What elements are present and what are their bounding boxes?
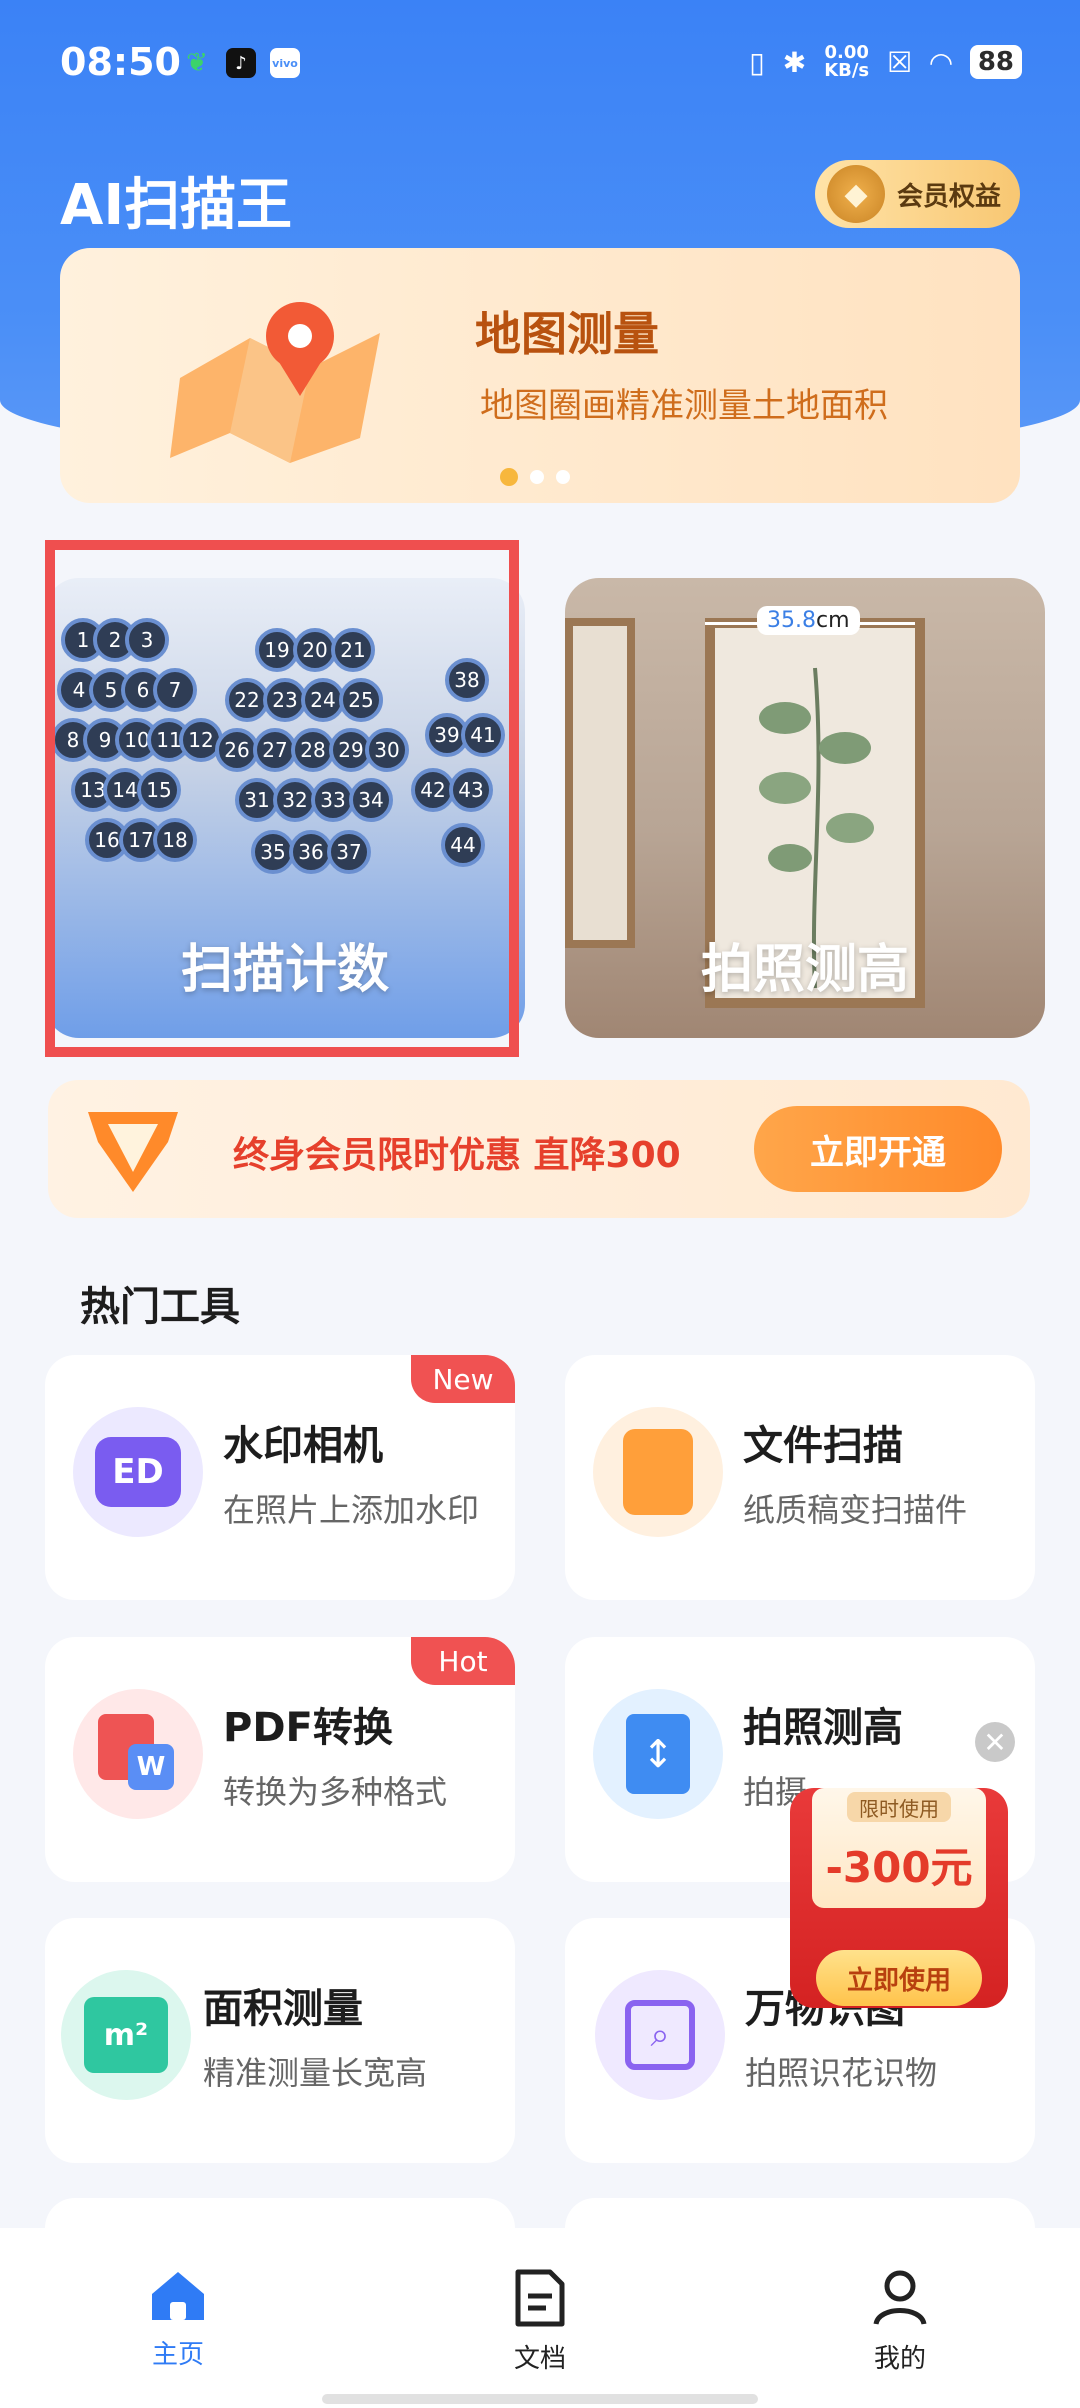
vip-benefits-label: 会员权益 — [897, 181, 1002, 212]
sim-off-icon: ☒ — [887, 45, 913, 79]
pdf-convert-icon: W — [73, 1689, 203, 1819]
use-coupon-button[interactable]: 立即使用 — [816, 1950, 982, 2006]
promo-text: 终身会员限时优惠 直降300 — [233, 1135, 681, 1176]
home-icon — [152, 2272, 204, 2320]
status-bar: 08:50 ❦ ♪ vivo ▯ ✱ 0.00 KB/s ☒ ◠ 88 — [0, 0, 1080, 130]
banner-subtitle: 地图圈画精准测量土地面积 — [480, 386, 888, 426]
selection-highlight — [45, 540, 519, 1057]
object-recognition-icon: ⌕ — [595, 1970, 725, 2100]
carousel-dot — [556, 470, 570, 484]
tiktok-icon: ♪ — [226, 48, 256, 78]
tool-pdf-convert[interactable]: W PDF转换 转换为多种格式 Hot — [45, 1637, 515, 1882]
network-speed: 0.00 KB/s — [824, 42, 870, 81]
coupon-ticket: 限时使用 -300元 — [812, 1788, 986, 1908]
document-scan-icon — [593, 1407, 723, 1537]
carousel-indicator — [500, 468, 570, 486]
tool-title: PDF转换 — [223, 1705, 393, 1751]
section-title: 热门工具 — [80, 1284, 240, 1330]
vivo-icon: vivo — [270, 48, 300, 78]
watermark-camera-icon: ED — [73, 1407, 203, 1537]
status-time: 08:50 — [60, 40, 181, 84]
tool-title: 水印相机 — [223, 1423, 383, 1469]
photo-height-icon: ↕ — [593, 1689, 723, 1819]
floating-coupon[interactable]: 限时使用 -300元 立即使用 — [790, 1748, 1008, 2008]
tool-subtitle: 转换为多种格式 — [223, 1773, 448, 1811]
tool-subtitle: 精准测量长宽高 — [203, 2054, 428, 2092]
status-system-icons: ▯ ✱ 0.00 KB/s ☒ ◠ 88 — [749, 44, 1022, 80]
banner-title: 地图测量 — [475, 307, 659, 361]
home-indicator[interactable] — [322, 2394, 758, 2404]
tab-label: 主页 — [151, 2340, 204, 2370]
vip-benefits-button[interactable]: ◆ 会员权益 — [815, 160, 1020, 228]
carousel-dot — [500, 468, 518, 486]
open-vip-button[interactable]: 立即开通 — [754, 1106, 1002, 1192]
coupon-card: 限时使用 -300元 立即使用 — [790, 1788, 1008, 2008]
diamond-icon: ◆ — [827, 165, 885, 223]
new-badge: New — [411, 1355, 515, 1403]
tool-subtitle: 拍照识花识物 — [745, 2054, 938, 2092]
hot-badge: Hot — [411, 1637, 515, 1685]
coupon-price: -300元 — [825, 1843, 973, 1892]
battery-icon: 88 — [969, 45, 1022, 79]
tab-label: 我的 — [873, 2344, 926, 2374]
tab-label: 文档 — [513, 2344, 566, 2374]
app-title: AI扫描王 — [60, 173, 293, 238]
tool-title: 面积测量 — [203, 1986, 363, 2032]
tab-profile[interactable]: 我的 — [840, 2268, 960, 2375]
area-measure-icon: m² — [61, 1970, 191, 2100]
tab-home[interactable]: 主页 — [118, 2268, 238, 2371]
tool-subtitle: 纸质稿变扫描件 — [743, 1491, 968, 1529]
banner-carousel[interactable]: 地图测量 地图圈画精准测量土地面积 — [60, 248, 1020, 503]
photo-height-card[interactable]: 35.8cm 拍照测高 — [565, 578, 1045, 1038]
vibrate-icon: ▯ — [749, 45, 765, 79]
tab-documents[interactable]: 文档 — [480, 2268, 600, 2375]
picture-frame-image — [565, 618, 635, 948]
tool-watermark-camera[interactable]: ED 水印相机 在照片上添加水印 New — [45, 1355, 515, 1600]
vip-promo-banner[interactable]: 终身会员限时优惠 直降300 立即开通 — [48, 1080, 1030, 1218]
bottom-tab-bar: 主页 文档 我的 — [0, 2228, 1080, 2408]
bluetooth-icon: ✱ — [782, 45, 807, 79]
map-pin-icon — [170, 302, 380, 463]
document-icon — [515, 2269, 565, 2327]
carousel-dot — [530, 470, 544, 484]
profile-icon — [873, 2270, 927, 2325]
tool-area-measure[interactable]: m² 面积测量 精准测量长宽高 — [45, 1918, 515, 2163]
photo-height-label: 拍照测高 — [700, 940, 909, 1000]
wifi-icon: ◠ — [930, 45, 952, 79]
tool-subtitle: 在照片上添加水印 — [223, 1491, 480, 1529]
status-notification-icons: ❦ ♪ vivo — [182, 48, 300, 78]
tool-document-scan[interactable]: 文件扫描 纸质稿变扫描件 — [565, 1355, 1035, 1600]
coupon-limited-label: 限时使用 — [847, 1792, 951, 1822]
leaf-app-icon: ❦ — [186, 48, 208, 78]
tool-title: 拍照测高 — [743, 1705, 903, 1751]
measure-indicator: 35.8cm — [705, 606, 915, 638]
vip-badge-icon — [88, 1112, 178, 1192]
tool-title: 文件扫描 — [743, 1423, 903, 1469]
